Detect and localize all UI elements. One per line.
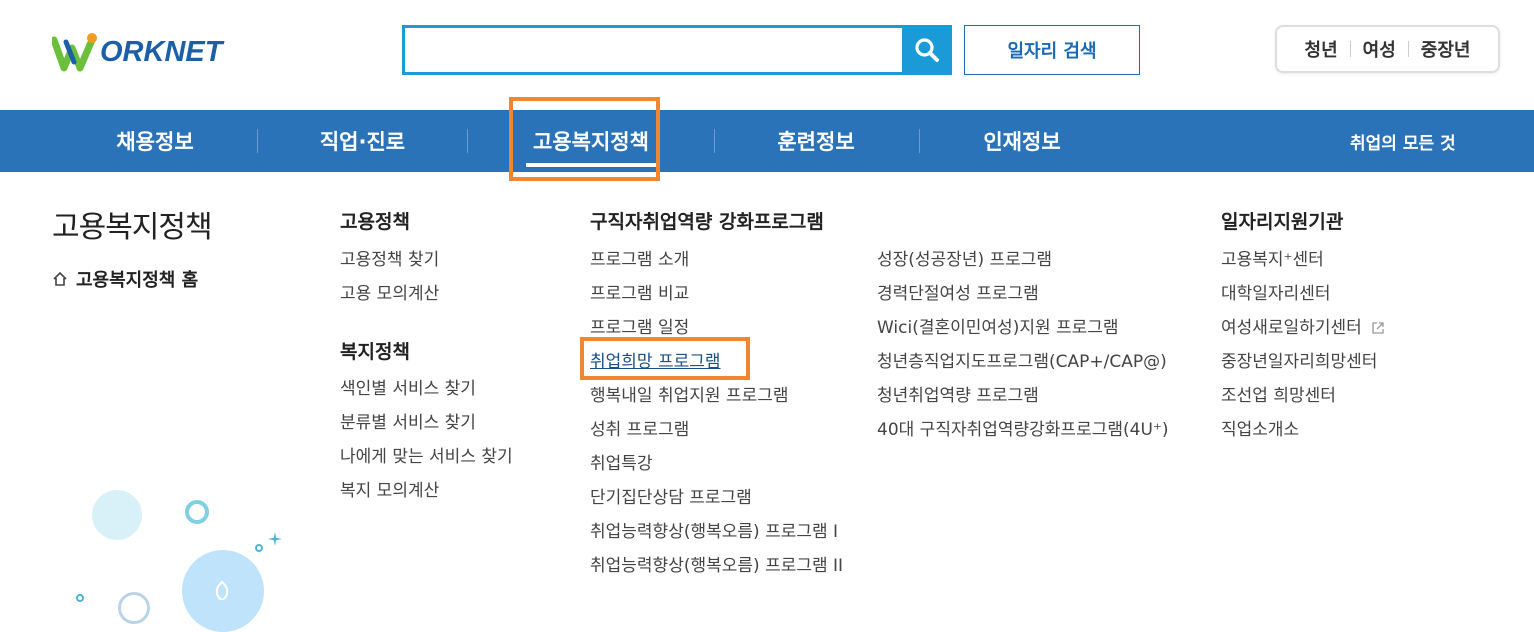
nav-item-talent[interactable]: 인재정보 xyxy=(966,110,1078,172)
decor-ring-small xyxy=(118,592,150,624)
nav-all-services[interactable]: 취업의 모든 것 xyxy=(1350,110,1456,172)
worknet-logo-icon xyxy=(52,33,97,72)
heading-program: 구직자취업역량 강화프로그램 xyxy=(590,211,824,233)
nav-active-indicator xyxy=(526,163,656,167)
divider xyxy=(1349,41,1351,57)
search-bar xyxy=(402,25,952,75)
quick-links: 청년 여성 중장년 xyxy=(1275,25,1500,73)
link-custom-service-search[interactable]: 나에게 맞는 서비스 찾기 xyxy=(340,442,513,467)
heading-welfare-policy: 복지정책 xyxy=(340,341,410,363)
link-employment-hope-program[interactable]: 취업희망 프로그램 xyxy=(590,347,721,372)
quick-link-women[interactable]: 여성 xyxy=(1363,36,1396,62)
link-employment-lecture[interactable]: 취업특강 xyxy=(590,449,653,474)
link-index-service-search[interactable]: 색인별 서비스 찾기 xyxy=(340,374,476,399)
sparkle-icon xyxy=(268,532,282,546)
link-welfare-simulation[interactable]: 복지 모의계산 xyxy=(340,476,439,501)
link-ability-program-1[interactable]: 취업능력향상(행복오름) 프로그램 I xyxy=(590,517,838,542)
link-wici-program[interactable]: Wici(결혼이민여성)지원 프로그램 xyxy=(877,313,1119,338)
link-program-intro[interactable]: 프로그램 소개 xyxy=(590,245,689,270)
logo-text: ORKNET xyxy=(100,35,223,68)
nav-item-jobs[interactable]: 채용정보 xyxy=(100,110,210,172)
decor-dot xyxy=(255,544,263,552)
link-women-reemployment-center[interactable]: 여성새로일하기센터 xyxy=(1221,313,1385,338)
link-growth-program[interactable]: 성장(성공장년) 프로그램 xyxy=(877,245,1052,270)
worknet-logo[interactable]: ORKNET xyxy=(52,28,244,76)
search-button[interactable] xyxy=(902,25,952,75)
link-middle-aged-hope-center[interactable]: 중장년일자리희망센터 xyxy=(1221,347,1377,372)
link-employment-welfare-center[interactable]: 고용복지⁺센터 xyxy=(1221,245,1324,270)
decor-circle xyxy=(92,490,142,540)
link-women-reemployment-label: 여성새로일하기센터 xyxy=(1221,318,1362,338)
link-career-break-women-program[interactable]: 경력단절여성 프로그램 xyxy=(877,279,1039,304)
quick-link-youth[interactable]: 청년 xyxy=(1305,36,1338,62)
link-ability-program-2[interactable]: 취업능력향상(행복오름) 프로그램 II xyxy=(590,551,843,576)
heading-employment-policy: 고용정책 xyxy=(340,211,410,233)
main-nav: 채용정보 직업·진로 고용복지정책 훈련정보 인재정보 취업의 모든 것 xyxy=(0,110,1534,172)
link-happy-tomorrow-program[interactable]: 행복내일 취업지원 프로그램 xyxy=(590,381,789,406)
search-icon xyxy=(915,38,939,62)
link-program-schedule[interactable]: 프로그램 일정 xyxy=(590,313,689,338)
link-4u-program[interactable]: 40대 구직자취업역량강화프로그램(4U⁺) xyxy=(877,415,1169,440)
link-job-placement-office[interactable]: 직업소개소 xyxy=(1221,415,1299,440)
heading-job-agencies: 일자리지원기관 xyxy=(1221,211,1344,233)
link-employment-policy-search[interactable]: 고용정책 찾기 xyxy=(340,245,439,270)
nav-divider xyxy=(257,129,258,153)
home-icon xyxy=(53,271,67,286)
nav-item-career[interactable]: 직업·진로 xyxy=(300,110,425,172)
external-link-icon xyxy=(1372,322,1384,334)
link-youth-program[interactable]: 청년취업역량 프로그램 xyxy=(877,381,1039,406)
nav-divider xyxy=(714,129,715,153)
search-input[interactable] xyxy=(402,25,920,75)
job-search-button[interactable]: 일자리 검색 xyxy=(964,25,1140,75)
nav-divider xyxy=(467,129,468,153)
link-program-compare[interactable]: 프로그램 비교 xyxy=(590,279,689,304)
decor-ring xyxy=(185,500,209,524)
submenu-title: 고용복지정책 xyxy=(52,210,213,245)
submenu-home-link[interactable]: 고용복지정책 홈 xyxy=(52,266,198,292)
submenu-home-label: 고용복지정책 홈 xyxy=(76,270,199,291)
link-achievement-program[interactable]: 성취 프로그램 xyxy=(590,415,689,440)
decor-dot xyxy=(76,594,84,602)
link-university-job-center[interactable]: 대학일자리센터 xyxy=(1221,279,1330,304)
link-shipbuilding-hope-center[interactable]: 조선업 희망센터 xyxy=(1221,381,1336,406)
nav-item-training[interactable]: 훈련정보 xyxy=(760,110,872,172)
link-group-counseling[interactable]: 단기집단상담 프로그램 xyxy=(590,483,752,508)
link-cap-program[interactable]: 청년층직업지도프로그램(CAP+/CAP@) xyxy=(877,347,1167,372)
link-employment-simulation[interactable]: 고용 모의계산 xyxy=(340,279,439,304)
quick-link-middle-aged[interactable]: 중장년 xyxy=(1421,36,1471,62)
nav-divider xyxy=(919,129,920,153)
divider xyxy=(1407,41,1409,57)
leaf-icon xyxy=(215,580,229,600)
link-category-service-search[interactable]: 분류별 서비스 찾기 xyxy=(340,408,476,433)
